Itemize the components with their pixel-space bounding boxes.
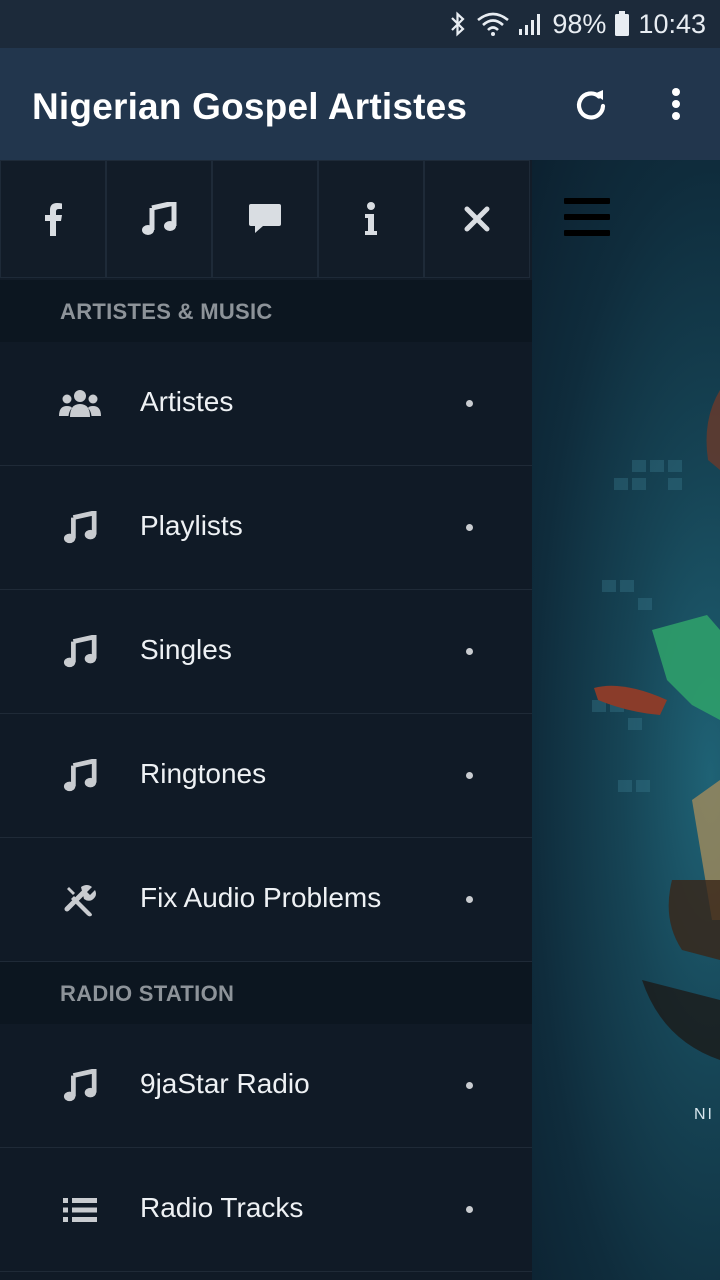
- info-icon[interactable]: [318, 160, 424, 278]
- background-text-fragment: NI: [694, 1106, 714, 1123]
- tools-icon: [58, 880, 102, 920]
- chat-icon[interactable]: [212, 160, 318, 278]
- section-title: ARTISTES & MUSIC: [60, 299, 273, 324]
- drawer-item-playlists[interactable]: Playlists: [0, 466, 532, 590]
- clock: 10:43: [638, 8, 706, 39]
- more-vert-icon[interactable]: [660, 84, 692, 128]
- music-note-icon: [58, 508, 102, 548]
- bluetooth-icon: [448, 11, 468, 37]
- group-icon: [58, 384, 102, 424]
- navigation-drawer: ARTISTES & MUSIC Artistes Playlists Sing…: [0, 160, 532, 1280]
- list-icon: [58, 1190, 102, 1230]
- drawer-item-label: Artistes: [140, 386, 234, 417]
- bullet-dot: [466, 524, 473, 531]
- music-note-icon: [58, 756, 102, 796]
- bullet-dot: [466, 648, 473, 655]
- section-header-radio-station: RADIO STATION: [0, 962, 532, 1024]
- close-icon[interactable]: [424, 160, 530, 278]
- section-header-artistes-music: ARTISTES & MUSIC: [0, 280, 532, 342]
- main-content: NI: [532, 160, 720, 1280]
- drawer-item-singles[interactable]: Singles: [0, 590, 532, 714]
- section-title: RADIO STATION: [60, 981, 235, 1006]
- bullet-dot: [466, 896, 473, 903]
- drawer-item-label: Radio Tracks: [140, 1192, 304, 1223]
- wifi-icon: [476, 11, 510, 37]
- refresh-icon[interactable]: [570, 84, 614, 128]
- bullet-dot: [466, 1082, 473, 1089]
- bullet-dot: [466, 772, 473, 779]
- battery-percent: 98%: [552, 8, 607, 39]
- drawer-item-label: Fix Audio Problems: [140, 882, 382, 913]
- signal-icon: [518, 12, 544, 36]
- music-note-icon: [58, 632, 102, 672]
- hamburger-icon[interactable]: [564, 198, 610, 240]
- drawer-item-label: 9jaStar Radio: [140, 1068, 310, 1099]
- drawer-item-9jastar-radio[interactable]: 9jaStar Radio: [0, 1024, 532, 1148]
- bullet-dot: [466, 400, 473, 407]
- music-note-icon[interactable]: [106, 160, 212, 278]
- status-bar: 98% 10:43: [0, 0, 720, 48]
- bullet-dot: [466, 1206, 473, 1213]
- drawer-quick-icons: [0, 160, 532, 280]
- drawer-item-fix-audio-problems[interactable]: Fix Audio Problems: [0, 838, 532, 962]
- app-bar: Nigerian Gospel Artistes: [0, 48, 720, 160]
- drawer-item-radio-tracks[interactable]: Radio Tracks: [0, 1148, 532, 1272]
- facebook-icon[interactable]: [0, 160, 106, 278]
- battery-icon: [614, 11, 630, 37]
- drawer-item-label: Playlists: [140, 510, 243, 541]
- drawer-item-label: Singles: [140, 634, 232, 665]
- drawer-item-label: Ringtones: [140, 758, 267, 789]
- drawer-item-artistes[interactable]: Artistes: [0, 342, 532, 466]
- music-note-icon: [58, 1066, 102, 1106]
- page-title: Nigerian Gospel Artistes: [32, 86, 468, 127]
- background-artwork: [592, 390, 720, 1060]
- drawer-item-ringtones[interactable]: Ringtones: [0, 714, 532, 838]
